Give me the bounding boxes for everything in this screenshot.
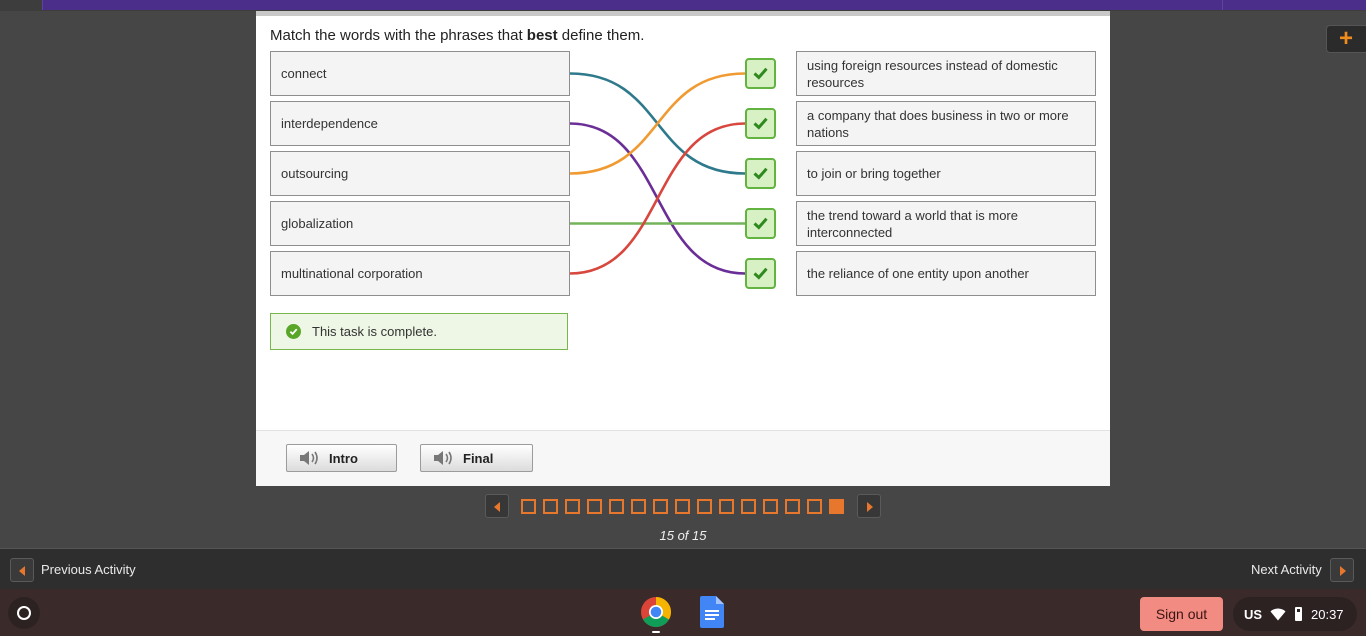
docs-icon[interactable]	[700, 596, 724, 628]
plus-icon: +	[1339, 25, 1354, 52]
speaker-icon	[434, 451, 452, 465]
intro-audio-button[interactable]: Intro	[286, 444, 397, 472]
arrow-right-icon	[867, 502, 873, 512]
panel-footer: Intro Final	[256, 430, 1110, 486]
sign-out-button[interactable]: Sign out	[1140, 597, 1223, 631]
battery-icon	[1295, 607, 1302, 621]
match-connectors	[569, 72, 746, 275]
arrow-right-icon	[1340, 566, 1346, 576]
task-complete-text: This task is complete.	[312, 324, 437, 339]
active-app-indicator	[652, 631, 660, 633]
page-indicator[interactable]	[829, 499, 844, 514]
activity-nav-bar: Previous Activity Next Activity	[0, 548, 1366, 589]
previous-activity-link[interactable]: Previous Activity	[41, 562, 136, 577]
page-indicator[interactable]	[719, 499, 734, 514]
final-audio-button[interactable]: Final	[420, 444, 533, 472]
header-bar	[42, 0, 1366, 10]
speaker-icon	[300, 451, 318, 465]
page-indicator[interactable]	[587, 499, 602, 514]
page-indicator[interactable]	[763, 499, 778, 514]
next-activity-link[interactable]: Next Activity	[1251, 562, 1322, 577]
task-complete-banner: This task is complete.	[270, 313, 568, 350]
launcher-button[interactable]	[8, 597, 40, 629]
header-divider	[1222, 0, 1223, 10]
header-divider	[42, 0, 43, 10]
final-audio-label: Final	[463, 450, 494, 466]
arrow-left-icon	[19, 566, 25, 576]
page-indicator[interactable]	[631, 499, 646, 514]
status-tray[interactable]: US 20:37	[1233, 597, 1357, 631]
os-shelf: Sign out US 20:37	[0, 589, 1366, 636]
launcher-icon	[17, 606, 31, 620]
page-indicator[interactable]	[741, 499, 756, 514]
page-indicator[interactable]	[785, 499, 800, 514]
page-indicator[interactable]	[675, 499, 690, 514]
next-page-button[interactable]	[857, 494, 881, 518]
page-indicator[interactable]	[807, 499, 822, 514]
wifi-icon	[1270, 608, 1286, 621]
page-count: 15 of 15	[659, 528, 707, 543]
input-language: US	[1244, 607, 1263, 622]
intro-audio-label: Intro	[329, 450, 358, 466]
page-indicator[interactable]	[653, 499, 668, 514]
previous-activity-arrow[interactable]	[10, 558, 34, 582]
browser-top-strip	[0, 0, 1366, 11]
page-indicator[interactable]	[521, 499, 536, 514]
page-navigator	[0, 494, 1366, 518]
activity-panel: Match the words with the phrases that be…	[256, 11, 1110, 486]
arrow-left-icon	[494, 502, 500, 512]
clock: 20:37	[1311, 607, 1344, 622]
match-connector	[569, 122, 746, 275]
chrome-icon[interactable]	[640, 596, 672, 628]
check-circle-icon	[286, 324, 301, 339]
next-activity-arrow[interactable]	[1330, 558, 1354, 582]
add-button[interactable]: +	[1326, 25, 1366, 53]
previous-page-button[interactable]	[485, 494, 509, 518]
page-indicator[interactable]	[543, 499, 558, 514]
page-indicator[interactable]	[697, 499, 712, 514]
page-indicator[interactable]	[609, 499, 624, 514]
match-connector	[569, 72, 746, 175]
page-indicator[interactable]	[565, 499, 580, 514]
